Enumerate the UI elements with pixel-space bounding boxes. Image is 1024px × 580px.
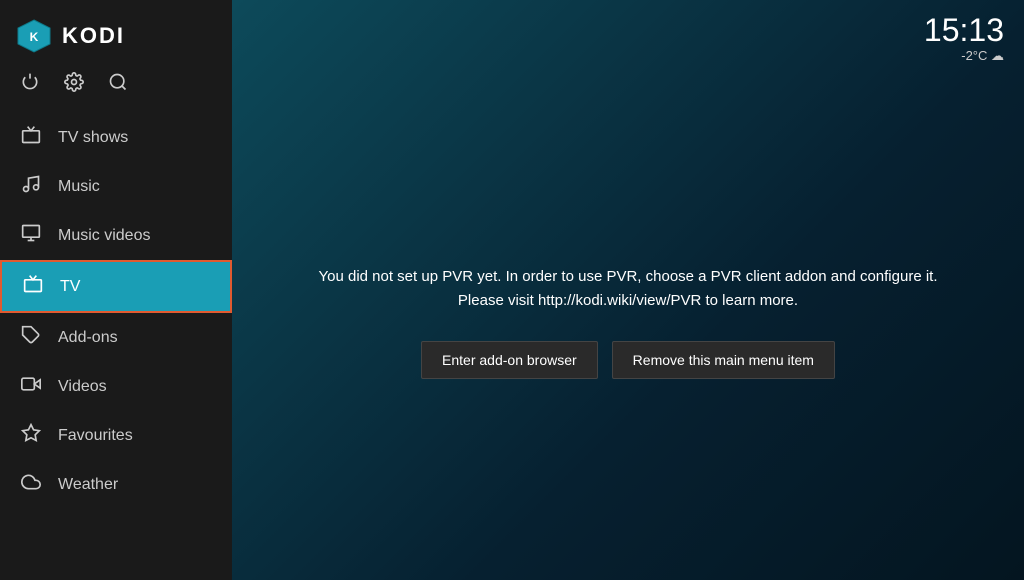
main-content: 15:13 -2°C ☁ You did not set up PVR yet.…	[232, 0, 1024, 580]
search-icon	[108, 72, 128, 92]
sidebar-nav: TV shows Music Music video	[0, 113, 232, 580]
music-videos-icon	[20, 223, 42, 248]
settings-button[interactable]	[64, 72, 84, 97]
sidebar-item-videos[interactable]: Videos	[0, 362, 232, 411]
content-area: You did not set up PVR yet. In order to …	[232, 64, 1024, 580]
sidebar-item-addons[interactable]: Add-ons	[0, 313, 232, 362]
power-button[interactable]	[20, 72, 40, 97]
remove-menu-item-button[interactable]: Remove this main menu item	[612, 341, 835, 379]
music-label: Music	[58, 178, 100, 196]
enter-addon-browser-button[interactable]: Enter add-on browser	[421, 341, 598, 379]
power-icon	[20, 72, 40, 92]
videos-label: Videos	[58, 378, 107, 396]
action-buttons: Enter add-on browser Remove this main me…	[421, 341, 835, 379]
clock-widget: 15:13 -2°C ☁	[924, 14, 1004, 64]
sidebar: K KODI	[0, 0, 232, 580]
weather-label: Weather	[58, 476, 118, 494]
sidebar-item-tv[interactable]: TV	[0, 260, 232, 313]
sidebar-item-tv-shows[interactable]: TV shows	[0, 113, 232, 162]
topbar: 15:13 -2°C ☁	[232, 0, 1024, 64]
sidebar-header: K KODI	[0, 0, 232, 64]
clock-time: 15:13	[924, 14, 1004, 46]
favourites-icon	[20, 423, 42, 448]
videos-icon	[20, 374, 42, 399]
pvr-message: You did not set up PVR yet. In order to …	[319, 265, 938, 313]
svg-text:K: K	[30, 30, 39, 44]
sidebar-system-icons	[0, 64, 232, 113]
addons-label: Add-ons	[58, 329, 118, 347]
tv-shows-label: TV shows	[58, 129, 128, 147]
pvr-message-line2: Please visit http://kodi.wiki/view/PVR t…	[458, 292, 798, 309]
app-title: KODI	[62, 23, 125, 49]
pvr-message-line1: You did not set up PVR yet. In order to …	[319, 268, 938, 285]
sidebar-item-favourites[interactable]: Favourites	[0, 411, 232, 460]
favourites-label: Favourites	[58, 427, 133, 445]
music-videos-label: Music videos	[58, 227, 150, 245]
sidebar-item-weather[interactable]: Weather	[0, 460, 232, 509]
tv-shows-icon	[20, 125, 42, 150]
sidebar-item-music[interactable]: Music	[0, 162, 232, 211]
weather-icon	[20, 472, 42, 497]
settings-icon	[64, 72, 84, 92]
tv-icon	[22, 274, 44, 299]
sidebar-item-music-videos[interactable]: Music videos	[0, 211, 232, 260]
search-button[interactable]	[108, 72, 128, 97]
tv-label: TV	[60, 278, 80, 296]
addons-icon	[20, 325, 42, 350]
music-icon	[20, 174, 42, 199]
weather-info: -2°C ☁	[924, 48, 1004, 64]
kodi-logo: K	[16, 18, 52, 54]
